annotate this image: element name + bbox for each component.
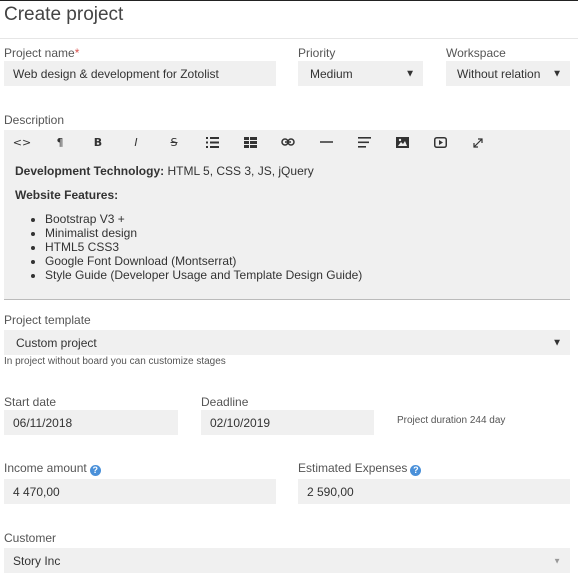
video-icon[interactable] [430,134,450,152]
fullscreen-icon[interactable] [468,134,488,152]
required-mark: * [74,46,80,60]
list-item: Google Font Download (Montserrat) [45,254,362,268]
features-heading: Website Features: [15,188,119,202]
paragraph-icon[interactable]: ¶ [50,134,70,152]
income-amount-value: 4 470,00 [13,484,60,499]
start-date-value: 06/11/2018 [13,415,73,430]
image-icon[interactable] [392,134,412,152]
project-template-hint: In project without board you can customi… [4,356,226,367]
features-list: Bootstrap V3 + Minimalist design HTML5 C… [45,212,362,282]
chevron-down-icon: ▼ [553,556,561,565]
project-name-input[interactable]: Web design & development for Zotolist [4,61,276,86]
workspace-label: Workspace [446,46,506,60]
list-item: HTML5 CSS3 [45,240,362,254]
align-icon[interactable] [354,134,374,152]
title-divider [0,38,578,39]
project-template-value: Custom project [16,335,97,350]
project-duration-text: Project duration 244 day [397,415,506,426]
estimated-expenses-value: 2 590,00 [307,484,354,499]
estimated-expenses-label-text: Estimated Expenses [298,461,408,475]
editor-content[interactable]: Development Technology: HTML 5, CSS 3, J… [15,164,362,282]
tech-line: Development Technology: HTML 5, CSS 3, J… [15,164,362,179]
project-template-label: Project template [4,313,91,327]
page-title: Create project [4,4,124,25]
income-amount-label: Income amount? [4,461,101,476]
chevron-down-icon: ▼ [552,337,562,348]
top-border [0,0,578,1]
deadline-label: Deadline [201,395,249,409]
strikethrough-icon[interactable]: S [164,134,184,152]
help-icon[interactable]: ? [410,465,422,476]
description-editor[interactable]: <> ¶ B I S Development Technology: HTML … [4,130,570,300]
estimated-expenses-input[interactable]: 2 590,00 [298,479,570,504]
code-view-icon[interactable]: <> [12,134,32,152]
chevron-down-icon: ▼ [405,68,415,79]
deadline-value: 02/10/2019 [210,415,271,430]
list-item: Style Guide (Developer Usage and Templat… [45,268,362,282]
customer-label: Customer [4,531,57,545]
income-amount-input[interactable]: 4 470,00 [4,479,276,504]
editor-toolbar: <> ¶ B I S [4,130,570,156]
link-icon[interactable] [278,134,298,152]
estimated-expenses-label: Estimated Expenses? [298,461,422,476]
workspace-value: Without relation [457,66,541,81]
table-icon[interactable] [240,134,260,152]
start-date-label: Start date [4,395,57,409]
priority-label: Priority [298,46,336,60]
list-item: Bootstrap V3 + [45,212,362,226]
project-name-value: Web design & development for Zotolist [13,66,219,81]
description-label: Description [4,113,65,127]
help-icon[interactable]: ? [89,465,101,476]
income-amount-label-text: Income amount [4,461,87,475]
italic-icon[interactable]: I [126,134,146,152]
tech-label: Development Technology: [15,164,165,178]
horizontal-rule-icon[interactable] [316,134,336,152]
customer-select[interactable]: Story Inc ▼ [4,548,570,573]
unordered-list-icon[interactable] [202,134,222,152]
chevron-down-icon: ▼ [552,68,562,79]
priority-select[interactable]: Medium ▼ [298,61,423,86]
customer-value: Story Inc [13,553,61,568]
bold-icon[interactable]: B [88,134,108,152]
list-item: Minimalist design [45,226,362,240]
workspace-select[interactable]: Without relation ▼ [446,61,570,86]
priority-value: Medium [310,66,353,81]
project-name-label-text: Project name [4,46,75,60]
tech-value: HTML 5, CSS 3, JS, jQuery [164,164,314,178]
start-date-input[interactable]: 06/11/2018 [4,410,178,435]
project-name-label: Project name* [4,46,79,60]
deadline-input[interactable]: 02/10/2019 [201,410,374,435]
project-template-select[interactable]: Custom project ▼ [4,330,570,355]
